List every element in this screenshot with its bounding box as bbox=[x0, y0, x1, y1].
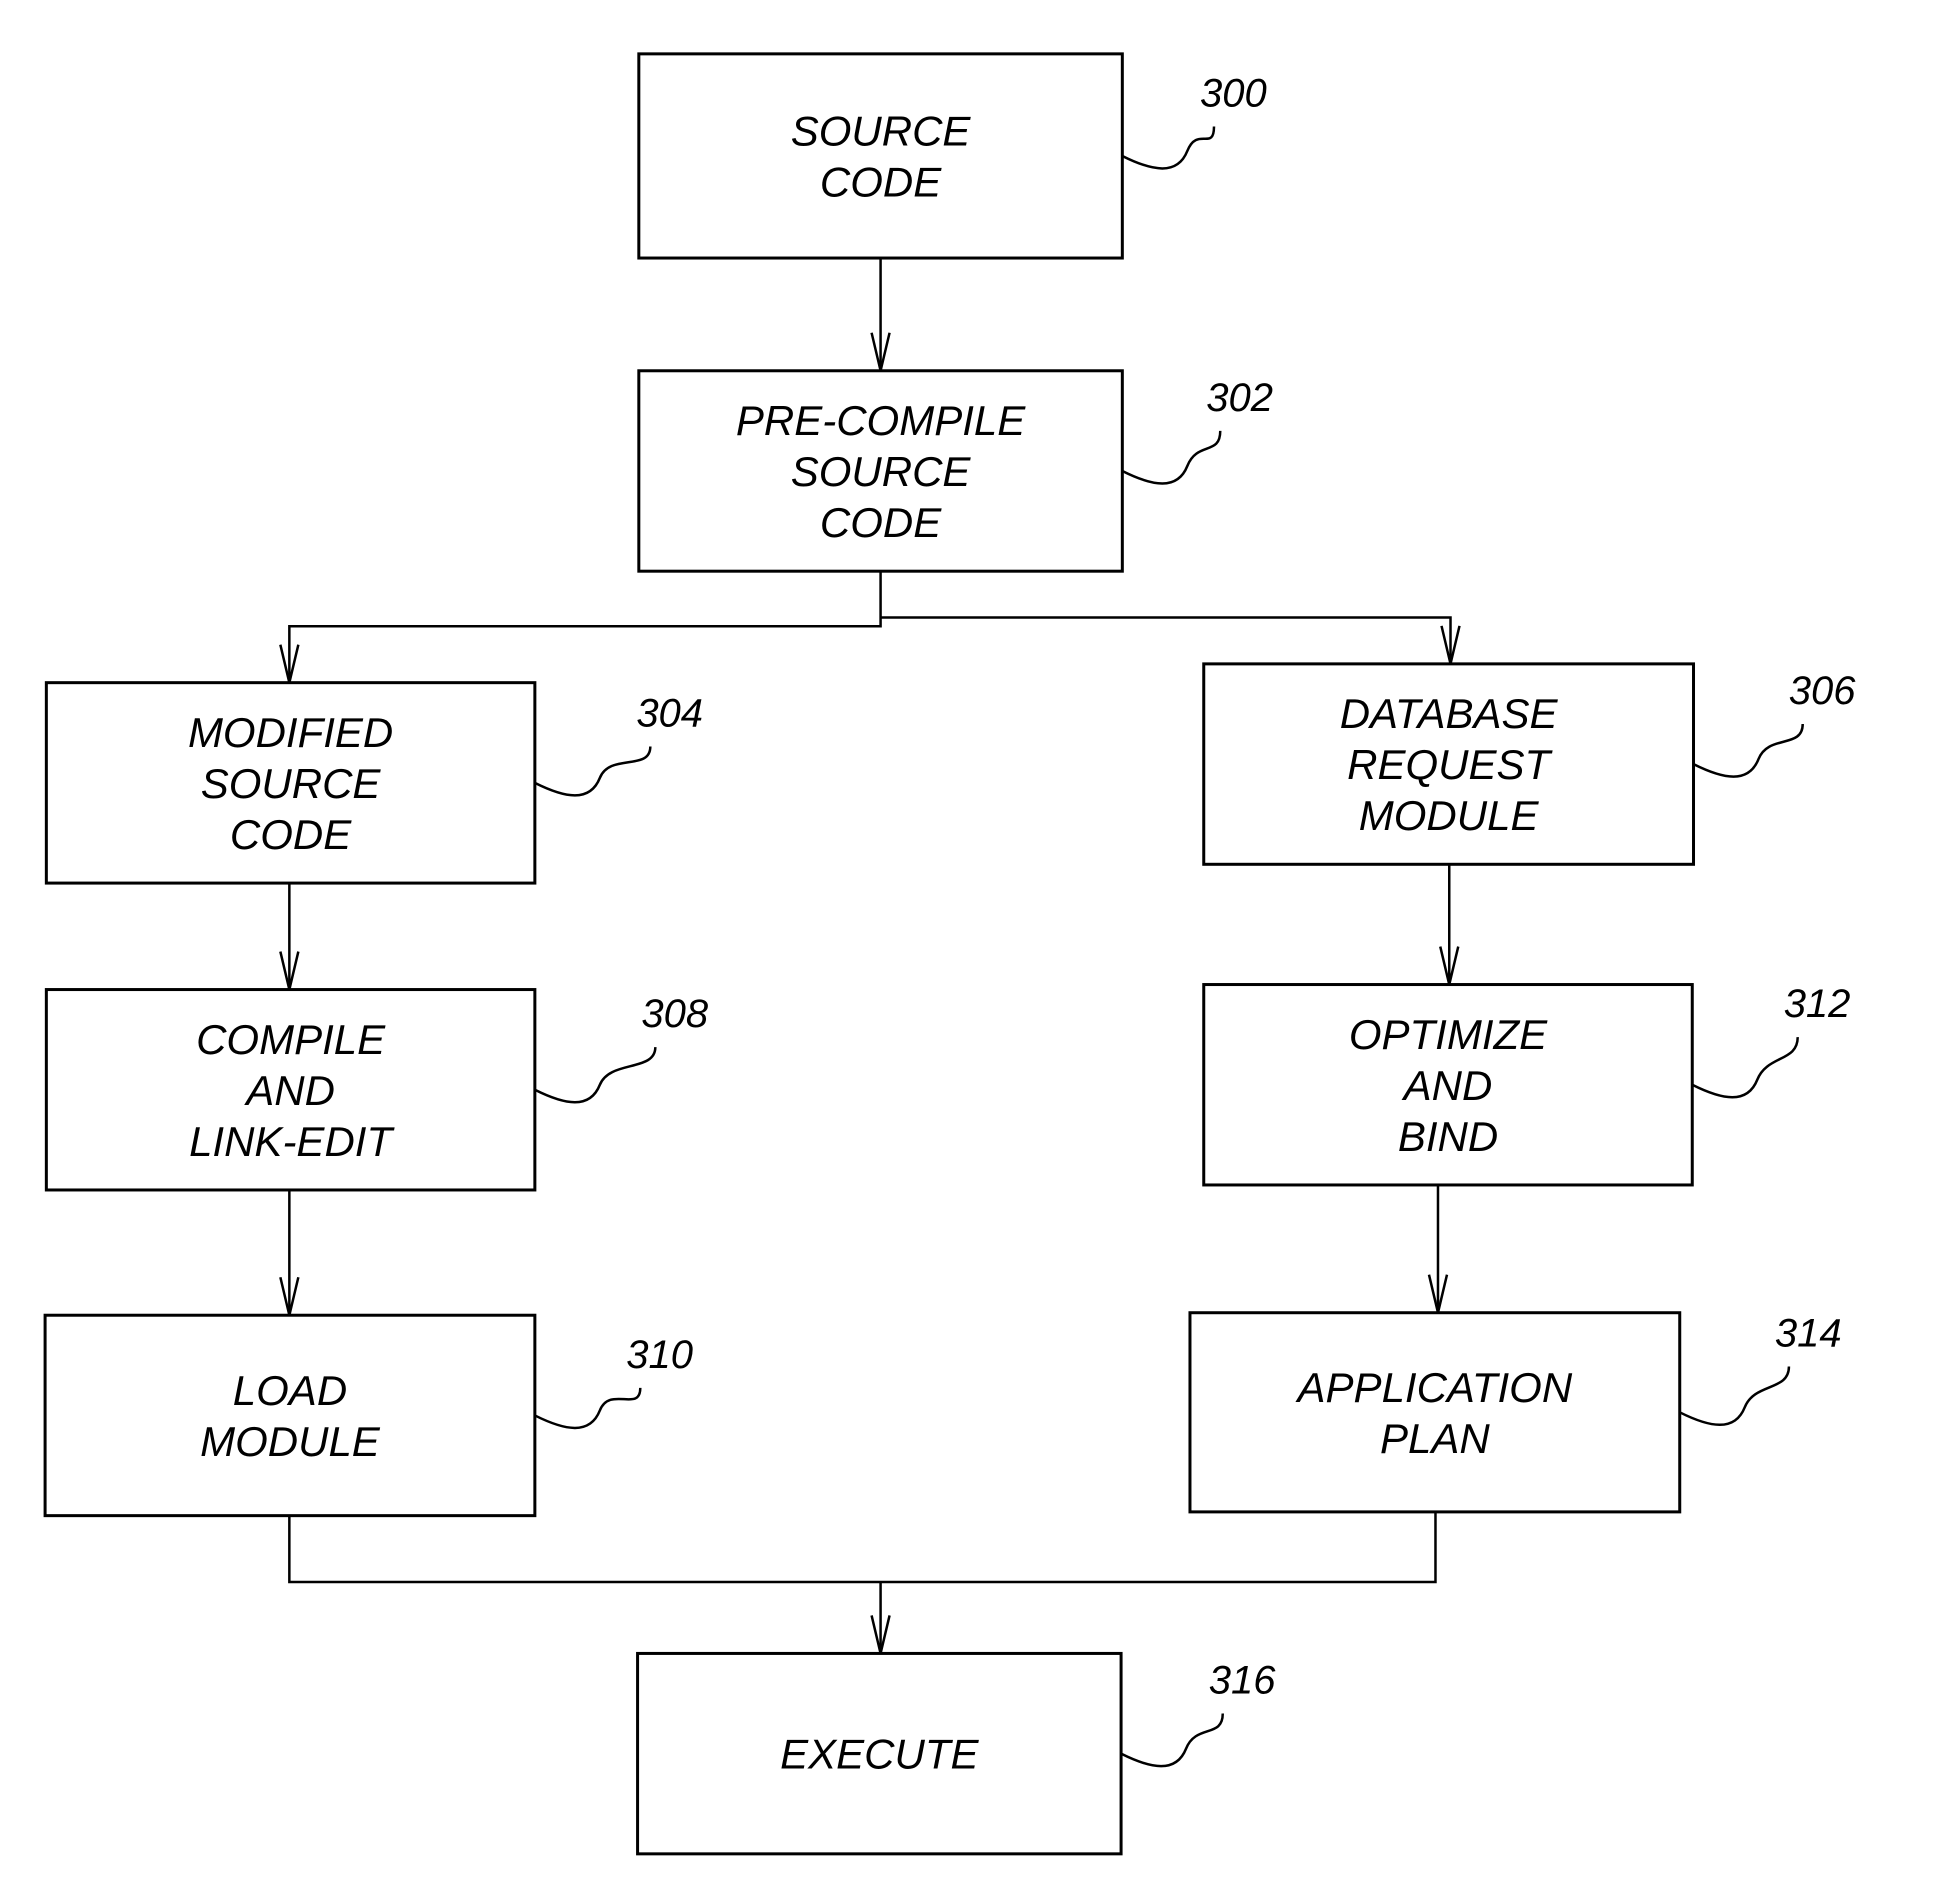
node-306: DATABASEREQUESTMODULE 306 bbox=[1202, 662, 1856, 866]
reference-numeral: 310 bbox=[626, 1333, 693, 1377]
node-314: APPLICATIONPLAN 314 bbox=[1188, 1311, 1842, 1514]
reference-numeral: 312 bbox=[1784, 982, 1851, 1026]
node-label-line: PLAN bbox=[1380, 1415, 1490, 1462]
edge-302-306 bbox=[880, 616, 1452, 664]
leader-line bbox=[1121, 126, 1216, 170]
node-label-line: REQUEST bbox=[1347, 741, 1553, 788]
node-label-line: MODIFIED bbox=[188, 709, 393, 756]
node-label-line: SOURCE bbox=[201, 760, 382, 807]
nodes-layer: SOURCECODE300PRE-COMPILESOURCECODE302MOD… bbox=[43, 52, 1856, 1856]
reference-numeral: 314 bbox=[1775, 1312, 1842, 1356]
node-304: MODIFIEDSOURCECODE 304 bbox=[44, 681, 703, 885]
node-316: EXECUTE 316 bbox=[636, 1651, 1276, 1856]
node-box bbox=[43, 1313, 537, 1518]
leader-line bbox=[534, 1387, 642, 1430]
leader-line bbox=[1120, 1713, 1225, 1768]
leader-line bbox=[1121, 430, 1222, 485]
node-label-line: DATABASE bbox=[1340, 690, 1559, 737]
node-label-line: LOAD bbox=[233, 1367, 347, 1414]
node-302: PRE-COMPILESOURCECODE 302 bbox=[637, 369, 1273, 573]
node-300: SOURCECODE 300 bbox=[637, 52, 1267, 260]
reference-numeral: 308 bbox=[641, 992, 708, 1036]
reference-numeral: 302 bbox=[1206, 376, 1273, 420]
node-label-line: BIND bbox=[1398, 1113, 1498, 1160]
reference-numeral: 300 bbox=[1200, 71, 1267, 115]
node-box bbox=[637, 52, 1124, 260]
node-310: LOADMODULE 310 bbox=[43, 1313, 693, 1518]
leader-line bbox=[534, 1046, 657, 1104]
flowchart-diagram: SOURCECODE300PRE-COMPILESOURCECODE302MOD… bbox=[43, 52, 1856, 1856]
node-label-line: APPLICATION bbox=[1295, 1364, 1573, 1411]
node-label-line: LINK-EDIT bbox=[189, 1118, 395, 1165]
node-label-line: MODULE bbox=[1359, 792, 1540, 839]
node-label-line: SOURCE bbox=[791, 448, 972, 495]
node-box bbox=[1188, 1311, 1682, 1514]
node-label-line: CODE bbox=[820, 158, 942, 205]
edge-merge bbox=[288, 1511, 1437, 1584]
node-label-line: AND bbox=[243, 1067, 335, 1114]
node-label-line: COMPILE bbox=[196, 1016, 386, 1063]
node-label-line: CODE bbox=[230, 811, 352, 858]
edge-302-304 bbox=[288, 571, 882, 683]
node-label-line: MODULE bbox=[200, 1418, 381, 1465]
node-label-line: AND bbox=[1401, 1062, 1493, 1109]
leader-line bbox=[534, 746, 652, 797]
node-label-line: OPTIMIZE bbox=[1349, 1011, 1548, 1058]
reference-numeral: 316 bbox=[1209, 1659, 1276, 1703]
node-label-line: SOURCE bbox=[791, 107, 972, 154]
node-312: OPTIMIZEANDBIND 312 bbox=[1202, 982, 1851, 1187]
reference-numeral: 304 bbox=[636, 692, 703, 736]
node-label-line: PRE-COMPILE bbox=[736, 397, 1026, 444]
reference-numeral: 306 bbox=[1789, 669, 1856, 713]
leader-line bbox=[1679, 1366, 1791, 1427]
node-308: COMPILEANDLINK-EDIT 308 bbox=[44, 988, 709, 1192]
leader-line bbox=[1691, 1037, 1799, 1099]
node-label-line: EXECUTE bbox=[780, 1731, 979, 1778]
leader-line bbox=[1692, 723, 1804, 778]
node-label-line: CODE bbox=[820, 499, 942, 546]
